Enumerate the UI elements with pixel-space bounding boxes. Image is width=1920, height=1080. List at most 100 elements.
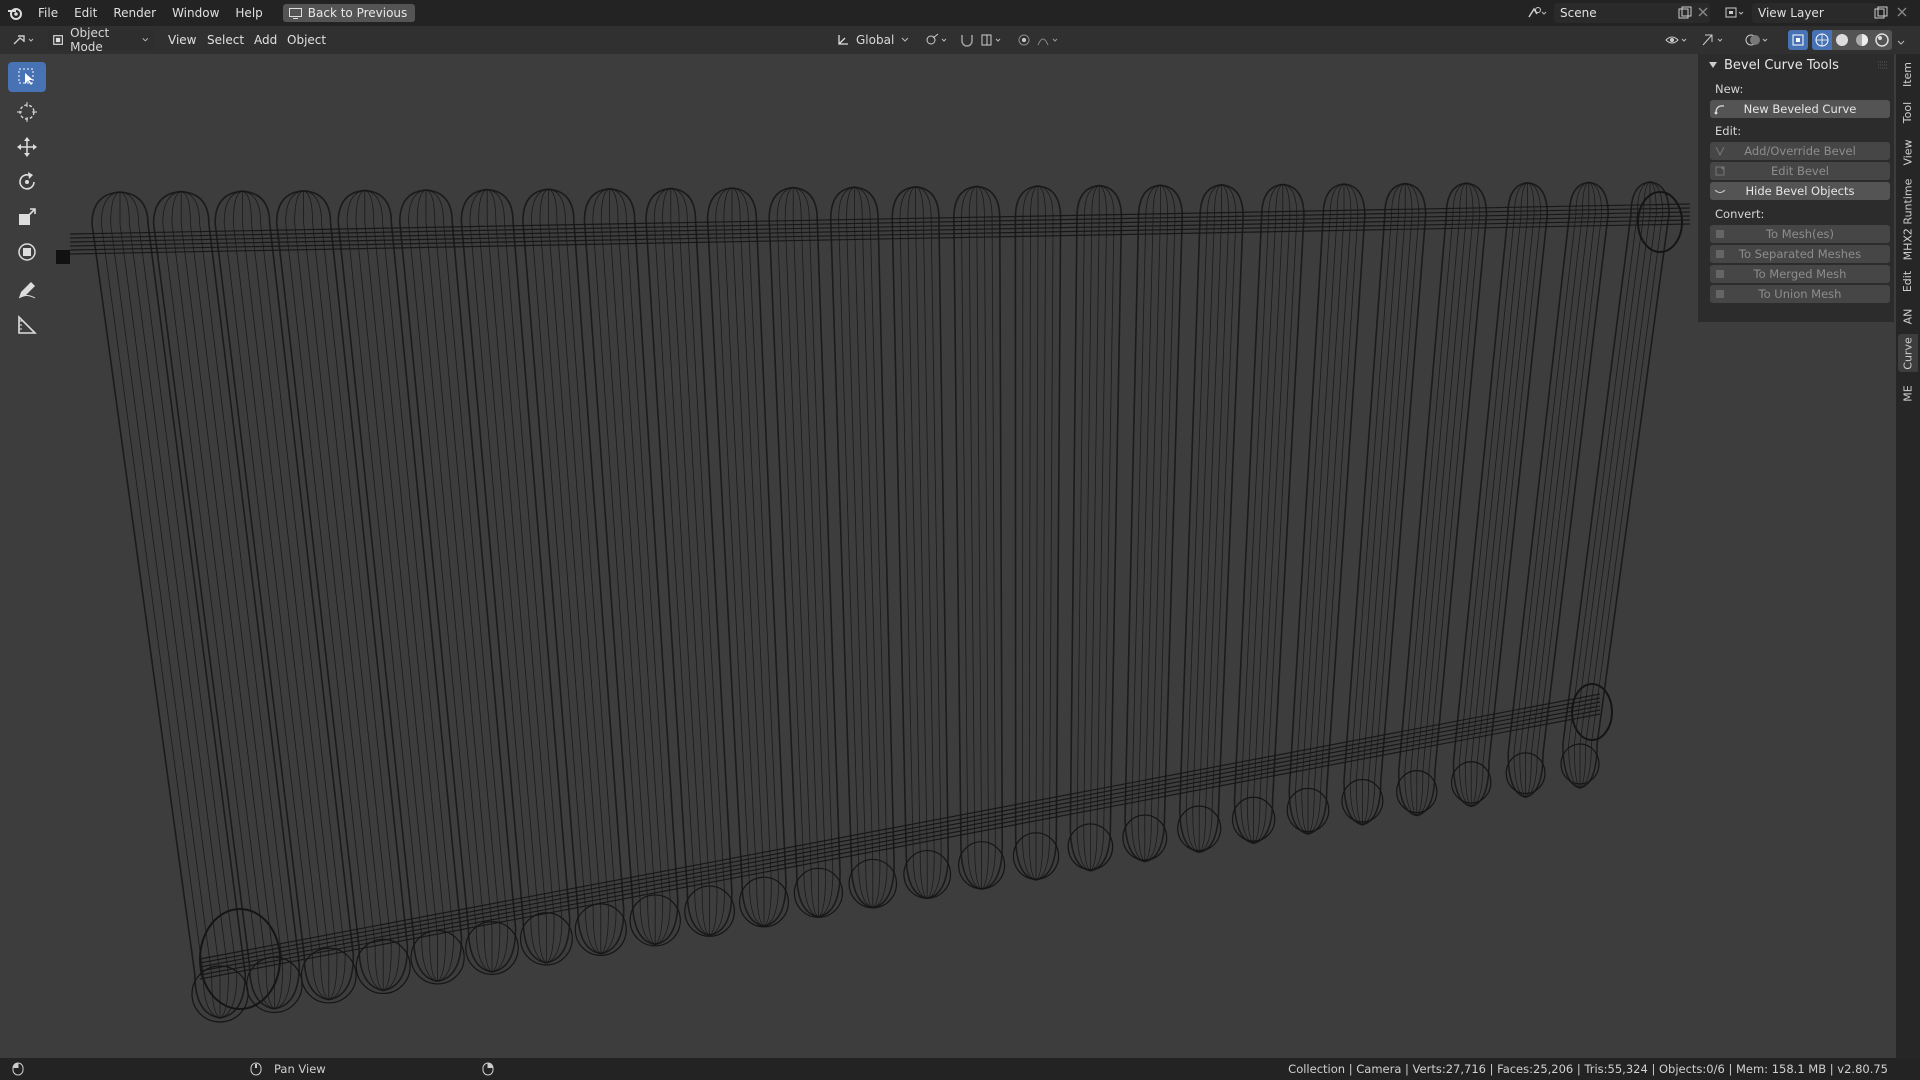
to-separated-meshes-button[interactable]: To Separated Meshes (1710, 245, 1890, 263)
panel-header[interactable]: Bevel Curve Tools (1698, 54, 1894, 76)
column-wire (1179, 184, 1222, 854)
radiator-column (1067, 184, 1123, 872)
overlays-icon[interactable] (1744, 32, 1772, 48)
top-manifold-line (69, 215, 1691, 247)
column-wire (1137, 184, 1161, 862)
column-wire (1349, 183, 1406, 826)
column-wire (1362, 183, 1406, 825)
tab-tool[interactable]: Tool (1898, 98, 1918, 126)
blender-logo-icon[interactable] (0, 0, 30, 26)
transform-orientation-dropdown[interactable]: Global (836, 30, 914, 50)
visibility-icon[interactable] (1664, 32, 1692, 48)
column-wire (854, 186, 881, 908)
tab-an-label: AN (1901, 308, 1915, 324)
remove-view-layer-icon[interactable] (1896, 6, 1908, 18)
rotate-tool[interactable] (8, 167, 46, 197)
column-wire (838, 186, 873, 908)
drag-handle-icon[interactable] (1878, 61, 1888, 69)
move-tool[interactable] (8, 132, 46, 162)
material-shading-icon[interactable] (1852, 30, 1872, 50)
to-meshes-label: To Mesh(es) (1765, 227, 1835, 241)
column-wire (425, 190, 493, 972)
menu-select[interactable]: Select (207, 26, 244, 54)
edit-bevel-button[interactable]: Edit Bevel (1710, 162, 1890, 180)
hide-bevel-objects-button[interactable]: Hide Bevel Objects (1710, 182, 1890, 200)
hide-bevel-objects-label: Hide Bevel Objects (1745, 184, 1855, 198)
viewport-header: Object Mode View Select Add Object Globa… (0, 26, 1920, 54)
column-wire (793, 187, 834, 918)
column-wire (1144, 184, 1176, 862)
column-wire (1307, 183, 1366, 835)
column-wire (1035, 186, 1039, 880)
transform-tool[interactable] (8, 237, 46, 267)
gizmo-icon[interactable] (1700, 32, 1728, 48)
select-box-tool[interactable] (8, 62, 46, 92)
new-beveled-curve-button[interactable]: New Beveled Curve (1710, 100, 1890, 118)
to-union-mesh-button[interactable]: To Union Mesh (1710, 285, 1890, 303)
to-merged-mesh-button[interactable]: To Merged Mesh (1710, 265, 1890, 283)
proportional-editing-icon[interactable] (1016, 32, 1032, 48)
rendered-shading-icon[interactable] (1872, 30, 1892, 50)
tab-curve[interactable]: Curve (1898, 334, 1918, 372)
tab-an[interactable]: AN (1898, 304, 1918, 328)
bottom-manifold-line (199, 701, 1601, 968)
column-wire (1014, 185, 1039, 881)
tab-view[interactable]: View (1898, 136, 1918, 168)
status-bar: Pan View Collection | Camera | Verts:27,… (0, 1058, 1920, 1080)
view-layer-name-field[interactable]: View Layer (1752, 3, 1878, 23)
remove-scene-icon[interactable] (1697, 6, 1709, 18)
tab-edit-label: Edit (1901, 270, 1915, 292)
menu-edit[interactable]: Edit (66, 0, 105, 26)
add-override-bevel-button[interactable]: Add/Override Bevel (1710, 142, 1890, 160)
column-wire (548, 188, 625, 955)
tab-item-label: Item (1901, 61, 1915, 87)
column-wire (119, 191, 238, 1019)
menu-window[interactable]: Window (164, 0, 227, 26)
menu-object[interactable]: Object (287, 26, 326, 54)
3d-viewport[interactable] (0, 54, 1920, 1058)
transform-icon (18, 243, 36, 261)
view-layer-icon[interactable] (1724, 5, 1746, 21)
column-wire (522, 188, 601, 955)
radiator-column (1396, 182, 1488, 817)
top-menu-bar: File Edit Render Window Help Back to Pre… (0, 0, 1920, 26)
tab-edit[interactable]: Edit (1898, 266, 1918, 296)
column-wire (1185, 184, 1222, 853)
back-to-previous-button[interactable]: Back to Previous (282, 4, 416, 22)
measure-tool[interactable] (8, 310, 46, 340)
column-wire (364, 190, 454, 982)
column-wire (1416, 182, 1474, 816)
falloff-icon[interactable] (1036, 32, 1064, 48)
scale-tool[interactable] (8, 202, 46, 232)
to-meshes-button[interactable]: To Mesh(es) (1710, 225, 1890, 243)
editor-type-icon[interactable] (12, 32, 38, 48)
annotate-tool[interactable] (8, 275, 46, 305)
column-wire (548, 189, 602, 954)
solid-shading-icon[interactable] (1832, 30, 1852, 50)
menu-add[interactable]: Add (254, 26, 277, 54)
menu-render[interactable]: Render (105, 0, 164, 26)
scene-selector-icon[interactable] (1526, 5, 1548, 21)
menu-file[interactable]: File (30, 0, 66, 26)
tab-me[interactable]: ME (1898, 380, 1918, 406)
new-view-layer-icon[interactable] (1874, 6, 1888, 20)
cursor-tool[interactable] (8, 97, 46, 127)
column-wire (915, 186, 949, 900)
tab-item[interactable]: Item (1898, 60, 1918, 88)
rotate-icon (19, 172, 35, 190)
snap-toggle-icon[interactable] (958, 32, 976, 48)
snap-target-icon[interactable] (980, 32, 1006, 48)
menu-help[interactable]: Help (227, 0, 270, 26)
shading-options-chevron-icon[interactable] (1896, 36, 1906, 45)
radiator-column (91, 191, 249, 1023)
menu-view[interactable]: View (168, 26, 196, 54)
new-scene-icon[interactable] (1678, 6, 1692, 20)
column-wire (416, 189, 493, 973)
tab-mhx2-runtime[interactable]: MHX2 Runtime (1898, 178, 1918, 260)
xray-toggle-icon[interactable] (1788, 30, 1808, 50)
wireframe-shading-icon[interactable] (1812, 30, 1832, 50)
object-mode-dropdown[interactable]: Object Mode (48, 26, 154, 54)
column-wire (768, 186, 819, 918)
column-wire (1076, 185, 1100, 872)
pivot-point-icon[interactable] (924, 32, 952, 48)
